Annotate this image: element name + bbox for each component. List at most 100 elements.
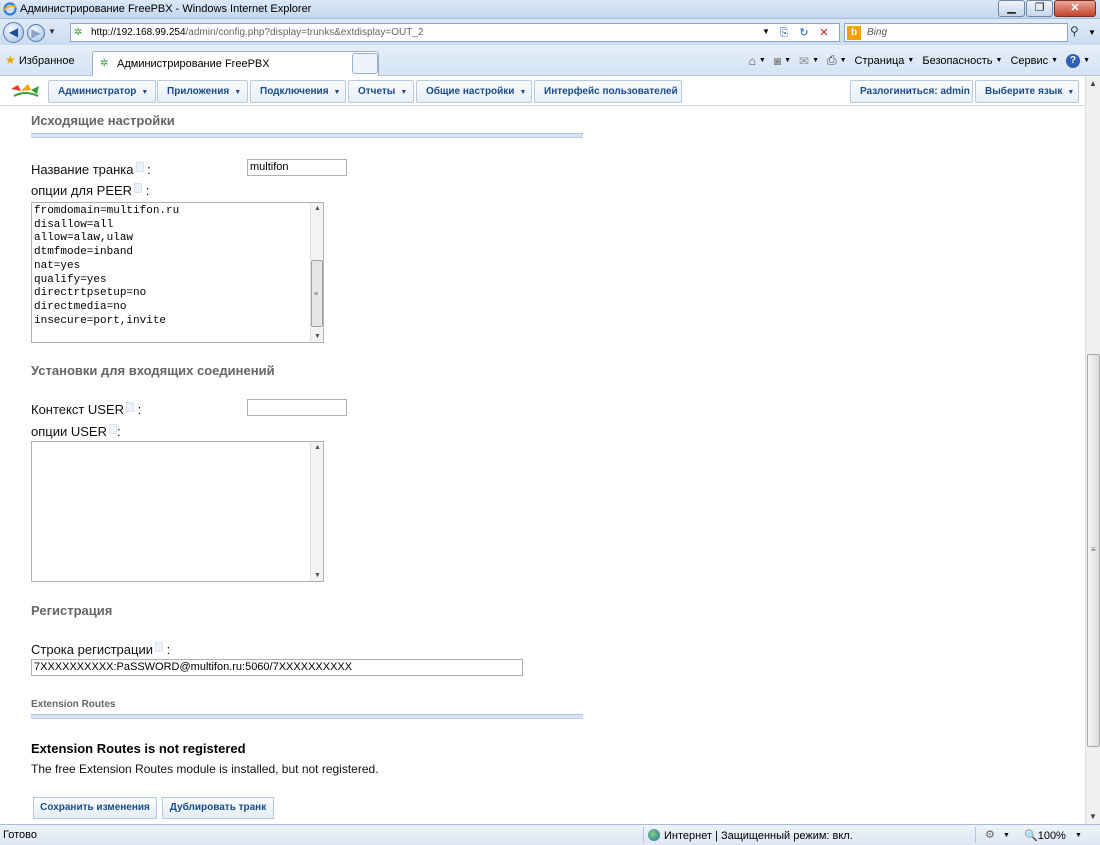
compatibility-view-icon[interactable]: ⎘ — [775, 26, 793, 41]
scrollbar-grip-icon: ≡ — [1091, 545, 1096, 554]
textarea-scroll-thumb[interactable]: ≡ — [311, 260, 323, 327]
tab-freepbx[interactable]: ✲ Администрирование FreePBX — [92, 51, 379, 76]
window-title: Администрирование FreePBX - Windows Inte… — [20, 3, 312, 15]
user-options-label: опции USER: — [31, 424, 121, 439]
forward-button[interactable]: ▶ — [27, 24, 45, 42]
textarea-scrollbar[interactable]: ▲ ▼ — [310, 442, 323, 581]
peer-options-text: fromdomain=multifon.ru disallow=all allo… — [34, 205, 180, 327]
language-select[interactable]: Выберите язык ▼ — [975, 80, 1079, 103]
address-url[interactable]: http://192.168.99.254/admin/config.php?d… — [91, 27, 423, 38]
window-controls: ▁ ❐ ✕ — [997, 0, 1096, 17]
chevron-down-icon: ▼ — [141, 89, 149, 96]
page-scrollbar[interactable]: ▲ ≡ ▼ — [1085, 76, 1100, 824]
help-button[interactable]: ? ▼ — [1066, 53, 1090, 68]
mail-button[interactable]: ✉ ▼ — [799, 54, 819, 68]
security-zone[interactable]: Интернет | Защищенный режим: вкл. — [648, 829, 853, 842]
mail-icon: ✉ — [799, 53, 810, 68]
bing-logo-icon: b — [847, 26, 861, 40]
help-tooltip-icon[interactable] — [126, 402, 135, 412]
ie-logo-icon — [3, 2, 17, 16]
section-divider — [31, 714, 583, 719]
scroll-up-icon[interactable]: ▲ — [314, 205, 321, 212]
minimize-button[interactable]: ▁ — [998, 0, 1025, 17]
duplicate-trunk-button[interactable]: Дублировать транк — [162, 797, 274, 819]
page-menu[interactable]: Страница ▼ — [855, 55, 915, 67]
user-context-label: Контекст USER : — [31, 402, 142, 417]
window-titlebar: Администрирование FreePBX - Windows Inte… — [0, 0, 1100, 19]
menu-applications[interactable]: Приложения ▼ — [157, 80, 248, 103]
menu-connectivity[interactable]: Подключения ▼ — [250, 80, 346, 103]
favorites-bar: ★ Избранное ✲ Администрирование FreePBX … — [0, 45, 1100, 76]
user-context-input[interactable] — [247, 399, 347, 416]
menu-reports[interactable]: Отчеты ▼ — [348, 80, 414, 103]
registration-section-title: Регистрация — [31, 603, 113, 618]
star-icon: ★ — [5, 53, 16, 67]
reg-string-label: Строка регистрации : — [31, 642, 171, 657]
trunk-name-label: Название транка : — [31, 162, 151, 177]
extension-routes-section-title: Extension Routes — [31, 699, 116, 710]
search-placeholder: Bing — [867, 27, 888, 38]
outgoing-section-title: Исходящие настройки — [31, 113, 175, 128]
tab-label: Администрирование FreePBX — [117, 58, 270, 70]
zoom-dropdown-icon[interactable]: ▼ — [1075, 832, 1082, 839]
chevron-down-icon: ▼ — [1067, 89, 1075, 96]
address-dropdown-icon[interactable]: ▼ — [762, 27, 770, 36]
security-menu[interactable]: Безопасность ▼ — [922, 55, 1002, 67]
trunk-form: Исходящие настройки Название транка : mu… — [0, 107, 1085, 824]
menu-admin[interactable]: Администратор ▼ — [48, 80, 156, 103]
zoom-level[interactable]: 🔍100% — [1024, 829, 1066, 842]
scroll-down-icon[interactable]: ▼ — [1089, 812, 1097, 821]
freepbx-logo-icon — [11, 84, 39, 97]
help-tooltip-icon[interactable] — [135, 162, 144, 172]
freepbx-favicon-icon: ✲ — [74, 27, 83, 38]
scroll-up-icon[interactable]: ▲ — [314, 444, 321, 451]
search-dropdown-icon[interactable]: ▼ — [1088, 28, 1096, 37]
command-bar: ⌂ ▼ ◙ ▼ ✉ ▼ ⎙ ▼ Страница ▼ Безопасность ▼ Серв… — [741, 53, 1090, 68]
status-bar: Готово Интернет | Защищенный режим: вкл.… — [0, 824, 1100, 845]
address-bar[interactable]: ✲ http://192.168.99.254/admin/config.php… — [70, 23, 840, 42]
user-options-textarea[interactable]: ▲ ▼ — [31, 441, 324, 582]
peer-options-label: опции для PEER : — [31, 183, 150, 198]
print-icon: ⎙ — [827, 53, 837, 67]
rss-icon: ◙ — [773, 53, 782, 68]
close-window-button[interactable]: ✕ — [1054, 0, 1096, 17]
maximize-button[interactable]: ❐ — [1026, 0, 1053, 17]
help-tooltip-icon[interactable] — [154, 642, 163, 652]
logout-button[interactable]: Разлогиниться: admin — [850, 80, 973, 103]
help-tooltip-icon[interactable] — [134, 183, 143, 193]
chevron-down-icon: ▼ — [519, 89, 527, 96]
help-tooltip-icon[interactable] — [108, 424, 117, 434]
trunk-name-input[interactable]: multifon — [247, 159, 347, 176]
chevron-down-icon[interactable]: ▼ — [1003, 832, 1010, 839]
new-tab-button[interactable] — [352, 53, 378, 74]
feeds-button[interactable]: ◙ ▼ — [774, 54, 791, 68]
chevron-down-icon: ▼ — [400, 89, 408, 96]
scroll-up-icon[interactable]: ▲ — [1089, 79, 1097, 88]
section-divider — [31, 133, 583, 138]
address-toolbar: ◀ ▶ ▼ ✲ http://192.168.99.254/admin/conf… — [0, 19, 1100, 45]
search-icon[interactable]: ⚲ — [1070, 24, 1079, 38]
menu-user-interface[interactable]: Интерфейс пользователей — [534, 80, 682, 103]
protected-mode-icon[interactable]: ⚙ — [985, 828, 995, 841]
back-button[interactable]: ◀ — [3, 22, 24, 43]
status-separator — [643, 827, 644, 843]
chevron-down-icon: ▼ — [333, 89, 341, 96]
reg-string-input[interactable]: 7XXXXXXXXXX:PaSSWORD@multifon.ru:5060/7X… — [31, 659, 523, 676]
scroll-down-icon[interactable]: ▼ — [314, 572, 321, 579]
menu-settings[interactable]: Общие настройки ▼ — [416, 80, 532, 103]
scrollbar-thumb[interactable]: ≡ — [1087, 354, 1100, 747]
incoming-section-title: Установки для входящих соединений — [31, 363, 275, 378]
refresh-icon[interactable]: ↻ — [795, 26, 813, 41]
peer-options-textarea[interactable]: fromdomain=multifon.ru disallow=all allo… — [31, 202, 324, 343]
scroll-down-icon[interactable]: ▼ — [314, 333, 321, 340]
home-button[interactable]: ⌂ ▼ — [749, 54, 766, 68]
save-changes-button[interactable]: Сохранить изменения — [33, 797, 157, 819]
freepbx-top-menu: Администратор ▼ Приложения ▼ Подключения ▼ … — [0, 76, 1085, 106]
print-button[interactable]: ⎙ ▼ — [827, 53, 847, 68]
tools-menu[interactable]: Сервис ▼ — [1010, 55, 1058, 67]
textarea-scrollbar[interactable]: ▲ ≡ ▼ — [310, 203, 323, 342]
search-input[interactable]: b Bing — [844, 23, 1068, 42]
favorites-button[interactable]: ★ Избранное — [5, 53, 75, 67]
recent-pages-dropdown-icon[interactable]: ▼ — [48, 27, 56, 36]
stop-icon[interactable]: ✕ — [815, 26, 833, 41]
